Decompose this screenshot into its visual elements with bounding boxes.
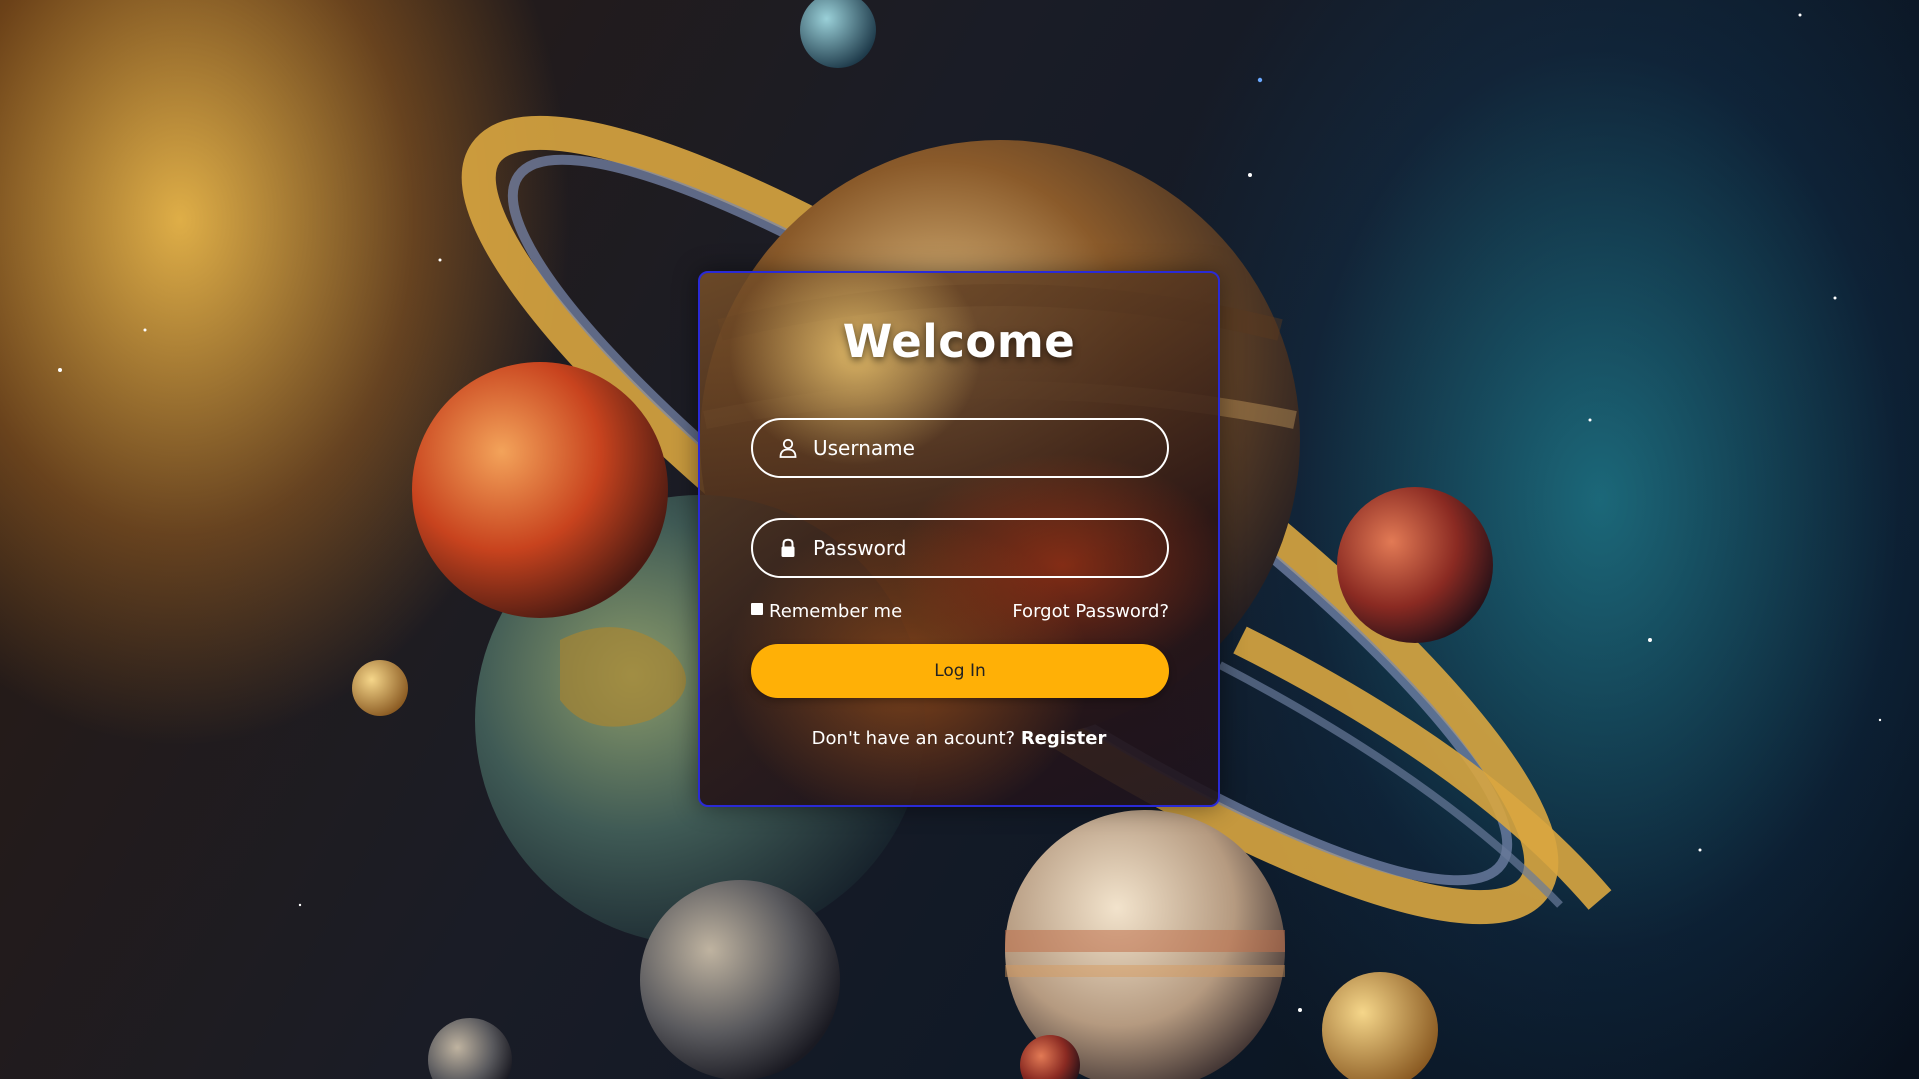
password-input[interactable]: [813, 520, 1167, 576]
password-field[interactable]: [751, 518, 1169, 578]
register-row: Don't have an acount? Register: [700, 728, 1218, 749]
login-options: Remember me Forgot Password?: [751, 598, 1169, 624]
space-background: Welcome Remember me: [0, 0, 1919, 1079]
register-prompt: Don't have an acount?: [811, 728, 1021, 749]
login-button[interactable]: Log In: [751, 644, 1169, 698]
remember-label: Remember me: [769, 600, 903, 622]
forgot-password-link[interactable]: Forgot Password?: [1012, 601, 1169, 622]
login-card: Welcome Remember me: [698, 271, 1220, 807]
user-icon: [777, 437, 799, 459]
welcome-title: Welcome: [842, 315, 1076, 368]
username-input[interactable]: [813, 420, 1167, 476]
register-link[interactable]: Register: [1021, 728, 1107, 749]
remember-checkbox[interactable]: [751, 603, 763, 615]
username-field[interactable]: [751, 418, 1169, 478]
lock-icon: [777, 537, 799, 559]
remember-me[interactable]: Remember me: [751, 601, 902, 622]
